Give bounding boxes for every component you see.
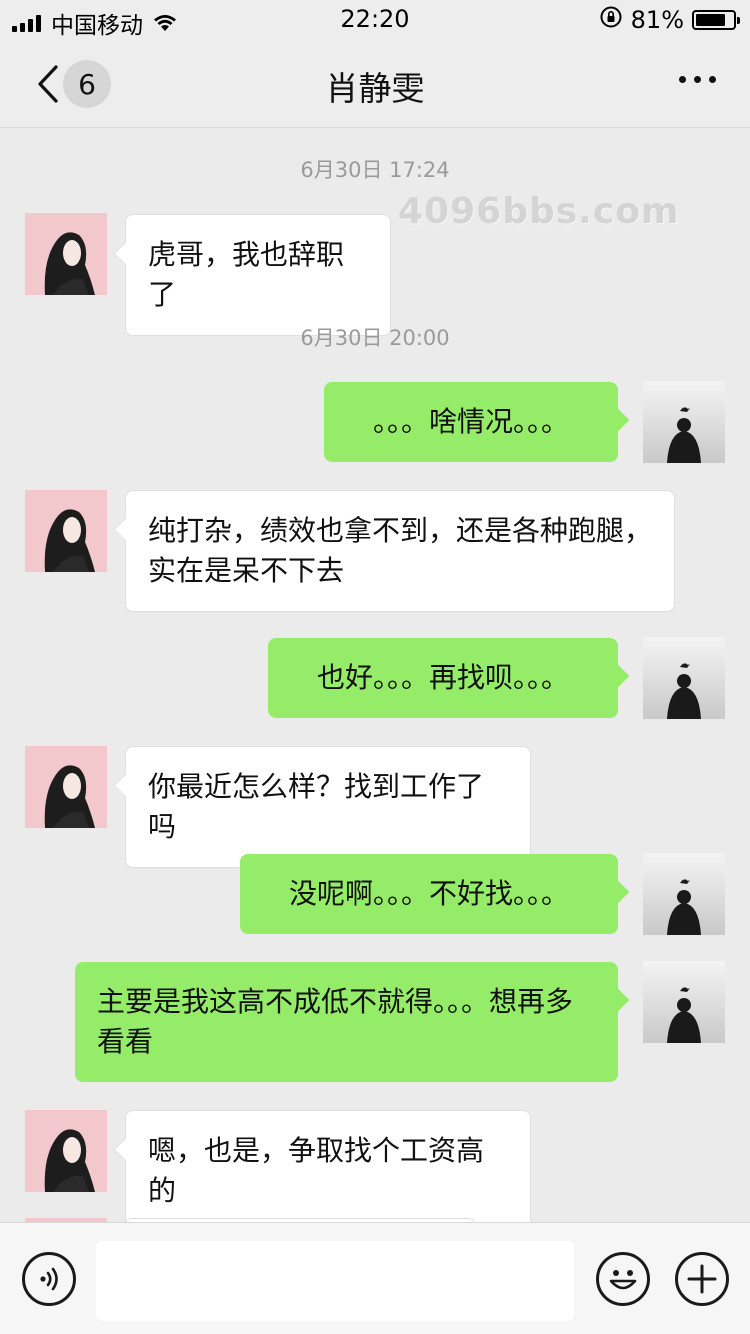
received-message-bubble[interactable]: 虎哥，我也辞职了 <box>125 214 391 336</box>
self-avatar[interactable] <box>643 381 725 463</box>
contact-avatar[interactable] <box>25 490 107 572</box>
voice-icon <box>40 1267 58 1291</box>
plus-button[interactable] <box>675 1252 729 1306</box>
nav-bar: 6 肖静雯 <box>0 40 750 128</box>
chat-area[interactable]: 6月30日 17:24 4096bbs.com 虎哥，我也辞职了 6月30日 2… <box>0 129 750 1222</box>
contact-avatar[interactable] <box>25 1110 107 1192</box>
self-avatar[interactable] <box>643 853 725 935</box>
emoji-button[interactable] <box>596 1252 650 1306</box>
received-message-bubble[interactable]: 你最近怎么样？找到工作了吗 <box>125 746 531 868</box>
message-input[interactable] <box>96 1241 574 1321</box>
received-message-bubble[interactable]: 嗯，也是，争取找个工资高的 <box>125 1110 531 1222</box>
timestamp: 6月30日 17:24 <box>300 158 450 182</box>
more-button[interactable] <box>679 76 716 83</box>
sent-message-bubble[interactable]: 。。。啥情况。。。 <box>324 382 618 462</box>
contact-avatar[interactable] <box>25 746 107 828</box>
self-avatar[interactable] <box>643 961 725 1043</box>
voice-button[interactable] <box>22 1252 76 1306</box>
watermark: 4096bbs.com <box>398 191 680 232</box>
status-right: 81% <box>599 5 740 35</box>
status-bar: 中国移动 22:20 81% <box>0 0 750 40</box>
timestamp: 6月30日 20:00 <box>300 326 450 350</box>
orientation-lock-icon <box>599 5 623 35</box>
battery-icon <box>692 10 740 30</box>
sent-message-bubble[interactable]: 没呢啊。。。不好找。。。 <box>240 854 618 934</box>
received-message-bubble[interactable]: 纯打杂，绩效也拿不到，还是各种跑腿，实在是呆不下去 <box>125 490 675 612</box>
plus-icon <box>687 1264 717 1294</box>
more-dots-icon <box>679 76 686 83</box>
chat-title: 肖静雯 <box>325 69 425 108</box>
input-bar <box>0 1222 750 1334</box>
sent-message-bubble[interactable]: 主要是我这高不成低不就得。。。想再多看看 <box>75 962 618 1082</box>
sent-message-bubble[interactable]: 也好。。。再找呗。。。 <box>268 638 618 718</box>
battery-fill <box>696 14 726 26</box>
emoji-icon <box>609 1270 637 1290</box>
self-avatar[interactable] <box>643 637 725 719</box>
battery-percent: 81% <box>630 6 684 34</box>
contact-avatar[interactable] <box>25 213 107 295</box>
